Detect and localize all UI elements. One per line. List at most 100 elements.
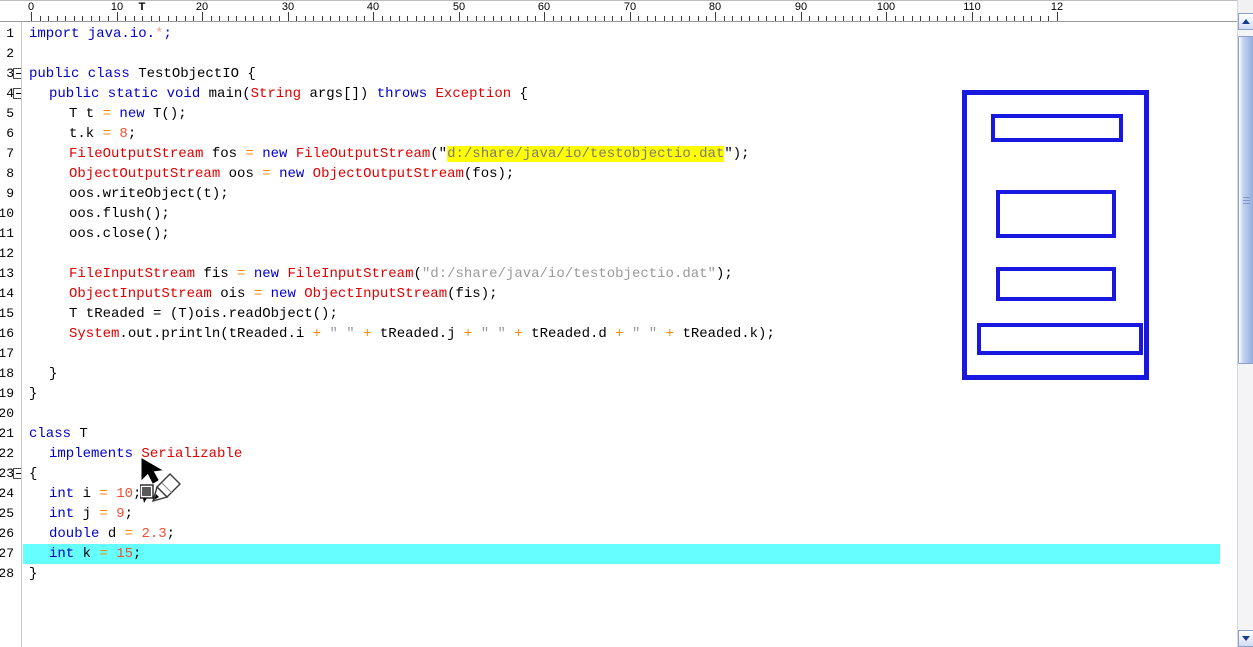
ruler-tick (972, 12, 973, 21)
ruler-tick (664, 16, 665, 21)
code-line[interactable]: implements Serializable (49, 444, 242, 464)
code-token-str2: " " (632, 326, 658, 342)
code-token-type: Serializable (141, 446, 243, 462)
scroll-down-button[interactable] (1238, 630, 1253, 647)
ruler-tick (424, 16, 425, 21)
code-token-plain: oos.close(); (69, 226, 170, 242)
ruler-tick (288, 12, 289, 21)
ruler-tick (741, 16, 742, 21)
code-token-plain: tReaded.k); (682, 326, 775, 342)
fold-toggle-icon[interactable] (13, 68, 21, 79)
fold-toggle-icon[interactable] (13, 88, 21, 99)
code-line[interactable]: oos.flush(); (69, 204, 170, 224)
tab-stop-marker[interactable]: T (139, 1, 146, 13)
code-token-plain: oos.writeObject(t); (69, 186, 229, 202)
code-line[interactable]: oos.writeObject(t); (69, 184, 229, 204)
code-token-num: 8 (119, 126, 128, 142)
code-token-plain: .out.println(tReaded.i (119, 326, 313, 342)
code-line[interactable]: ObjectOutputStream oos = new ObjectOutpu… (69, 164, 514, 184)
ruler-tick (339, 16, 340, 21)
code-token-kw: new (270, 286, 305, 302)
ruler-label: 12 (1050, 1, 1064, 13)
code-token-plain: oos.flush(); (69, 206, 170, 222)
ruler-tick (758, 16, 759, 21)
code-line[interactable]: System.out.println(tReaded.i + " " + tRe… (69, 324, 775, 344)
ruler-tick (185, 16, 186, 21)
code-token-kw: double (49, 526, 108, 542)
ruler-tick (595, 16, 596, 21)
code-line[interactable]: public static void main(String args[]) t… (49, 84, 528, 104)
ruler-tick (433, 16, 434, 21)
ruler-tick (1023, 16, 1024, 21)
code-line[interactable]: } (29, 384, 37, 404)
code-line[interactable]: ObjectInputStream ois = new ObjectInputS… (69, 284, 498, 304)
code-line[interactable]: double d = 2.3; (49, 524, 175, 544)
code-token-plain: fos (203, 146, 246, 162)
code-text-area[interactable]: import java.io.*; public class TestObject… (23, 22, 1220, 647)
code-line[interactable]: { (29, 464, 37, 484)
ruler-tick (706, 16, 707, 21)
ruler-tick (74, 16, 75, 21)
code-line[interactable]: FileOutputStream fos = new FileOutputStr… (69, 144, 750, 164)
vertical-scrollbar[interactable] (1237, 0, 1253, 647)
code-line[interactable]: T t = new T(); (69, 104, 187, 124)
line-number: 19 (0, 386, 14, 401)
code-token-str2: "d:/share/java/io/testobjectio.dat" (421, 266, 716, 282)
code-token-plain: { (29, 466, 38, 482)
ruler-tick (125, 16, 126, 21)
line-number: 6 (6, 126, 14, 141)
ruler-tick (416, 16, 417, 21)
code-token-kw: ; (163, 26, 172, 42)
code-token-op: = (262, 166, 280, 182)
code-line[interactable]: int j = 9; (49, 504, 133, 524)
code-token-plain: "); (724, 146, 750, 162)
ruler-tick (587, 16, 588, 21)
ruler-tick (399, 16, 400, 21)
code-token-plain: j (82, 506, 100, 522)
ruler-label: 80 (708, 1, 722, 13)
code-token-op: + (463, 326, 481, 342)
ruler-tick (801, 12, 802, 21)
ruler-tick (142, 16, 143, 21)
code-line[interactable]: int i = 10; (49, 484, 141, 504)
ruler-tick (535, 16, 536, 21)
code-line[interactable]: class T (29, 424, 88, 444)
scroll-up-button[interactable] (1238, 13, 1253, 30)
ruler-label: 100 (876, 1, 896, 13)
line-number-gutter[interactable]: 1234567891011121314151617181920212223242… (0, 22, 22, 647)
ruler-tick (91, 16, 92, 21)
code-line[interactable]: oos.close(); (69, 224, 170, 244)
ruler-tick (450, 16, 451, 21)
line-number: 27 (0, 546, 14, 561)
ruler-tick (612, 16, 613, 21)
code-token-plain: i (82, 486, 100, 502)
line-number: 26 (0, 526, 14, 541)
code-token-str2: " " (329, 326, 355, 342)
code-line[interactable]: } (29, 564, 37, 584)
horizontal-ruler[interactable]: 0 10 20 30 40 50 60 70 80 90 100 110 12 T (0, 0, 1237, 22)
line-number: 4 (6, 86, 14, 101)
ruler-tick (527, 16, 528, 21)
code-line[interactable]: } (49, 364, 57, 384)
ruler-tick (117, 12, 118, 21)
ruler-tick (501, 16, 502, 21)
fold-toggle-icon[interactable] (13, 468, 21, 479)
code-line[interactable]: t.k = 8; (69, 124, 136, 144)
code-token-plain: { (511, 86, 528, 102)
ruler-tick (963, 16, 964, 21)
scrollbar-thumb[interactable] (1238, 36, 1253, 364)
code-token-plain: main( (208, 86, 251, 102)
ruler-tick (749, 16, 750, 21)
code-token-op: = (253, 286, 271, 302)
code-token-type: FileInputStream (69, 266, 196, 282)
code-line[interactable]: T tReaded = (T)ois.readObject(); (69, 304, 338, 324)
code-line[interactable]: public class TestObjectIO { (29, 64, 256, 84)
ruler-tick (869, 16, 870, 21)
ruler-tick (638, 16, 639, 21)
code-line[interactable]: import java.io.*; (29, 24, 172, 44)
ruler-tick (877, 16, 878, 21)
code-line[interactable]: int k = 15; (23, 544, 1220, 564)
ruler-tick (108, 16, 109, 21)
code-line[interactable]: FileInputStream fis = new FileInputStrea… (69, 264, 733, 284)
line-number: 15 (0, 306, 14, 321)
